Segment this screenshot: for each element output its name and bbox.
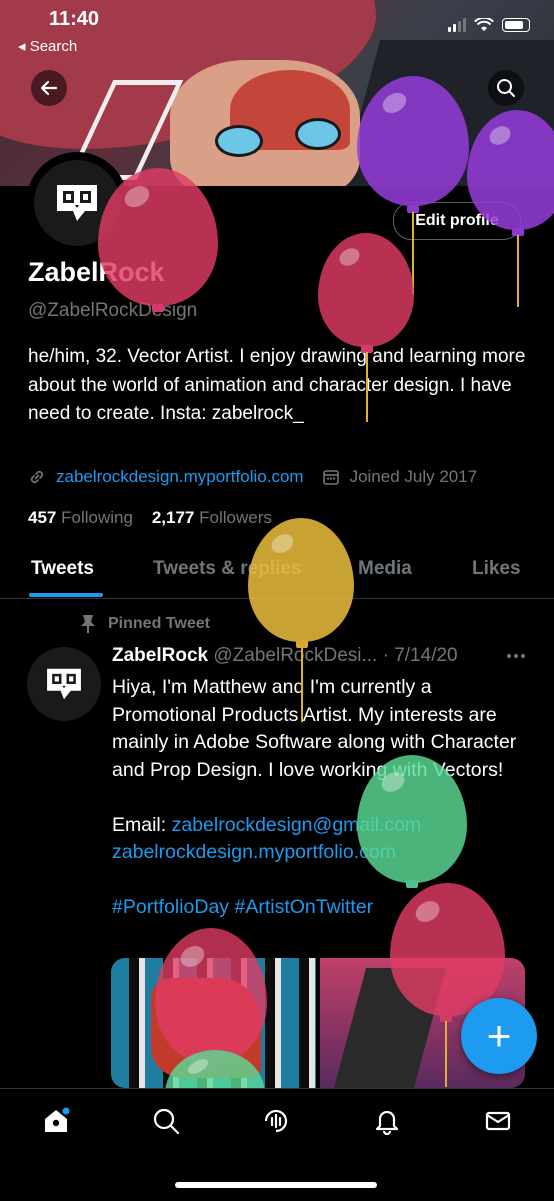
- home-icon: [45, 1107, 70, 1132]
- balloon: [318, 233, 414, 347]
- tweet-email-label: Email:: [112, 813, 167, 836]
- avatar-logo: [34, 160, 120, 246]
- followers-link[interactable]: 2,177 Followers: [152, 508, 272, 527]
- tweet-hashtags[interactable]: #PortfolioDay #ArtistOnTwitter: [112, 896, 373, 918]
- search-icon: [153, 1108, 180, 1135]
- search-button[interactable]: [488, 70, 524, 106]
- followers-label: Followers: [199, 508, 272, 527]
- notifications-icon: [375, 1110, 399, 1135]
- more-icon: [507, 654, 525, 658]
- home-indicator: [175, 1182, 377, 1188]
- pinned-label-row: Pinned Tweet: [80, 614, 210, 634]
- balloon-string: [517, 235, 519, 307]
- pin-icon: [81, 615, 95, 633]
- skull-logo-icon: [47, 668, 81, 700]
- banner-art-eye: [295, 118, 341, 150]
- tweet-author-avatar[interactable]: [27, 647, 101, 721]
- spaces-icon: [264, 1109, 288, 1133]
- tweet-body: Hiya, I'm Matthew and I'm currently a Pr…: [112, 674, 522, 922]
- profile-avatar[interactable]: [26, 152, 128, 254]
- nav-home[interactable]: [40, 1105, 72, 1137]
- following-label: Following: [61, 508, 133, 527]
- tweet-header: ZabelRock @ZabelRockDesi... · 7/14/20: [112, 645, 458, 667]
- back-button[interactable]: [31, 70, 67, 106]
- bottom-navigation: [0, 1088, 554, 1201]
- nav-search[interactable]: [150, 1105, 182, 1137]
- banner-art-shadow: [339, 40, 554, 186]
- cellular-signal-icon: [448, 18, 466, 32]
- profile-bio: he/him, 32. Vector Artist. I enjoy drawi…: [28, 346, 526, 424]
- search-icon: [497, 79, 515, 97]
- tweet-more-button[interactable]: [506, 642, 526, 665]
- pinned-tweet-label: Pinned Tweet: [108, 615, 210, 632]
- tab-media[interactable]: Media: [358, 558, 412, 580]
- following-count: 457: [28, 508, 57, 527]
- calendar-icon: [322, 470, 339, 485]
- profile-handle: @ZabelRockDesign: [28, 300, 198, 321]
- messages-icon: [485, 1111, 511, 1131]
- nav-spaces[interactable]: [260, 1105, 292, 1137]
- battery-icon: [502, 18, 530, 32]
- tweet-text: Hiya, I'm Matthew and I'm currently a Pr…: [112, 676, 522, 781]
- profile-tabs: Tweets Tweets & replies Media Likes: [0, 548, 554, 599]
- status-time: 11:40: [49, 8, 100, 30]
- wifi-icon: [474, 18, 494, 31]
- arrow-left-icon: [40, 80, 58, 96]
- tweet-website-link[interactable]: zabelrockdesign.myportfolio.com: [112, 841, 396, 863]
- active-tab-indicator: [29, 593, 103, 597]
- tweet-email-link[interactable]: zabelrockdesign@gmail.com: [172, 814, 422, 836]
- status-back-link[interactable]: ◂ Search: [18, 37, 77, 55]
- edit-profile-button[interactable]: Edit profile: [393, 202, 521, 240]
- compose-tweet-button[interactable]: +: [461, 998, 537, 1074]
- tab-tweets-replies[interactable]: Tweets & replies: [153, 558, 302, 580]
- followers-count: 2,177: [151, 508, 195, 527]
- tweet-media-image[interactable]: [111, 958, 316, 1088]
- banner-art-eye: [215, 125, 263, 157]
- profile-display-name: ZabelRock: [28, 257, 165, 287]
- status-icons: [448, 18, 530, 32]
- follow-counts: 457 Following 2,177 Followers: [28, 508, 272, 528]
- profile-meta: zabelrockdesign.myportfolio.com Joined J…: [28, 467, 477, 487]
- tweet-date[interactable]: · 7/14/20: [383, 645, 458, 666]
- tweet-author-name[interactable]: ZabelRock: [112, 645, 208, 666]
- tweet-author-handle[interactable]: @ZabelRockDesi...: [213, 645, 377, 666]
- nav-notifications[interactable]: [371, 1105, 403, 1137]
- profile-website-link[interactable]: zabelrockdesign.myportfolio.com: [56, 467, 304, 487]
- tab-tweets[interactable]: Tweets: [31, 558, 94, 580]
- following-link[interactable]: 457 Following: [28, 508, 133, 527]
- link-icon: [30, 470, 44, 484]
- tab-likes[interactable]: Likes: [472, 558, 521, 580]
- nav-messages[interactable]: [482, 1105, 514, 1137]
- profile-joined-date: Joined July 2017: [349, 467, 478, 486]
- skull-logo-icon: [57, 185, 97, 221]
